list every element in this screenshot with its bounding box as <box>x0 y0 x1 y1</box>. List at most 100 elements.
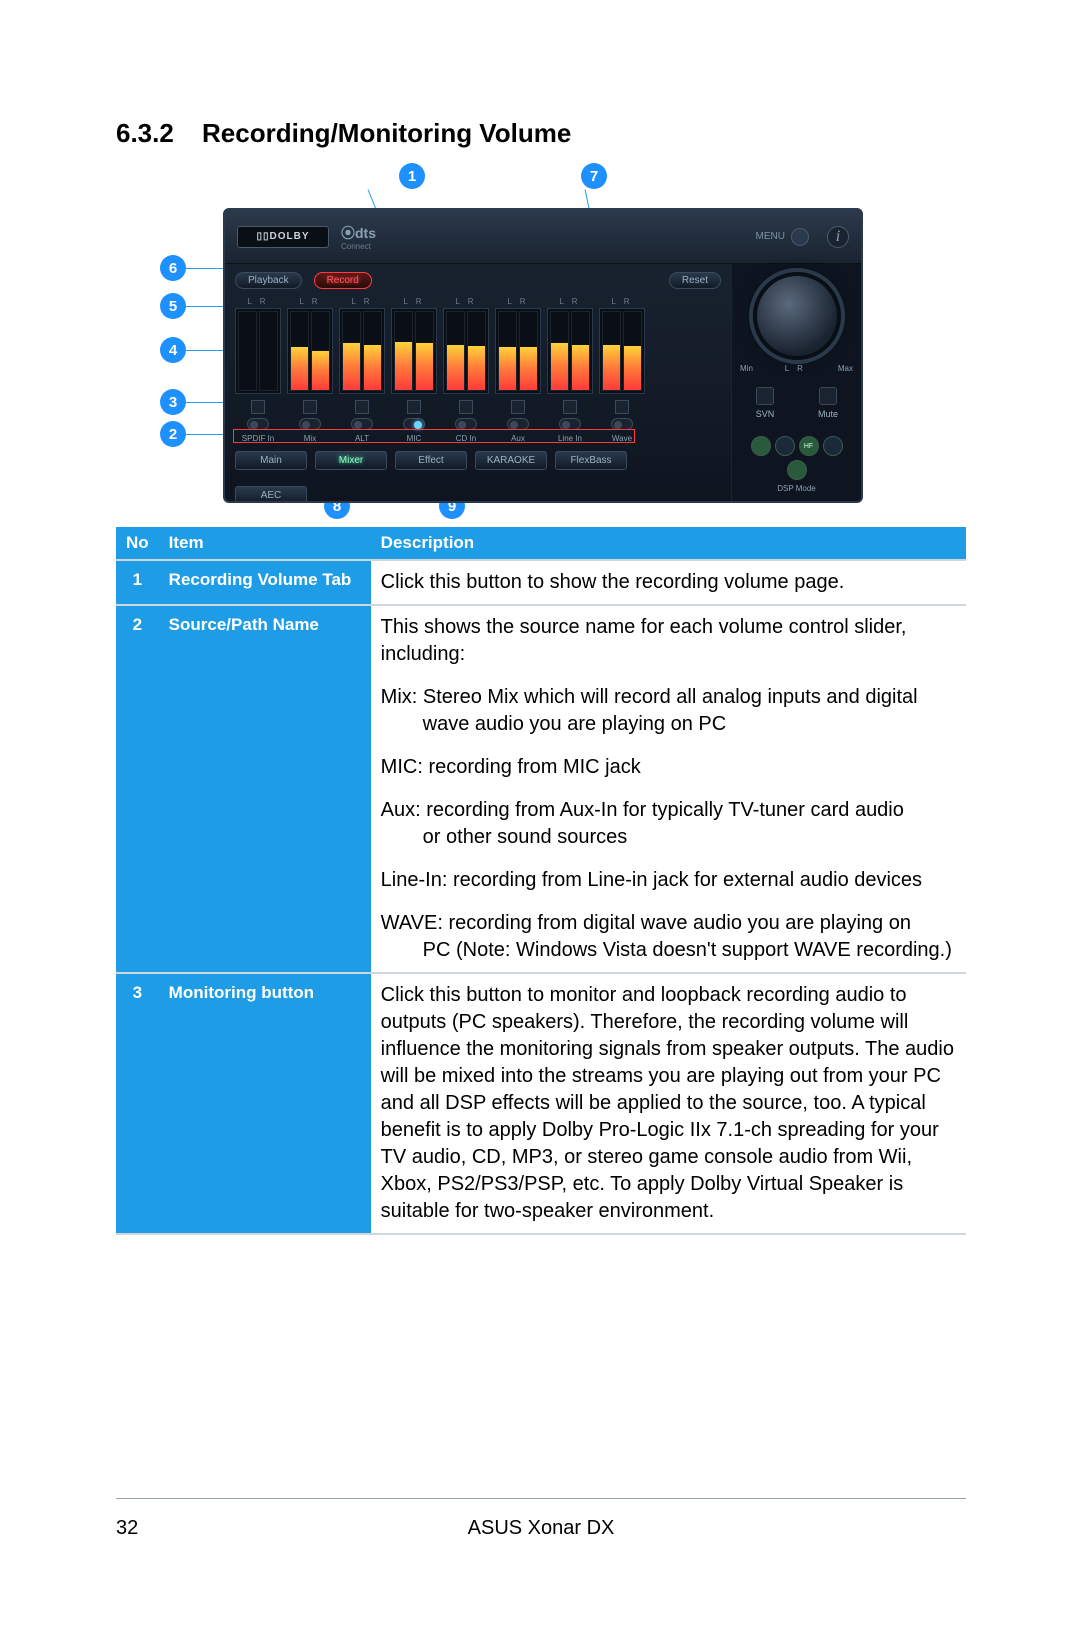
channel-mix: L R Mix <box>287 297 333 443</box>
monitor-toggle[interactable] <box>351 418 373 430</box>
section-heading: 6.3.2Recording/Monitoring Volume <box>116 118 966 149</box>
app-titlebar: ▯▯ DOLBY ⦿dtsConnect MENU i <box>225 210 861 264</box>
lr-label: L R <box>785 364 806 373</box>
mixer-panel: Playback Record Reset L R SPDIF In L R M… <box>225 264 731 501</box>
volume-slider[interactable] <box>443 308 489 394</box>
right-panel: Min L R Max SVN Mute HF DSP Mode <box>731 264 861 501</box>
callout-6: 6 <box>160 255 186 281</box>
mute-toggle[interactable] <box>459 400 473 414</box>
lr-label: L R <box>611 297 632 306</box>
tab-karaoke[interactable]: KARAOKE <box>475 451 547 470</box>
monitor-toggle[interactable] <box>403 418 425 430</box>
svn-button[interactable]: SVN <box>740 387 790 419</box>
row-no: 2 <box>116 605 159 973</box>
col-desc: Description <box>371 527 966 560</box>
table-row: 1Recording Volume TabClick this button t… <box>116 560 966 605</box>
monitor-toggle[interactable] <box>247 418 269 430</box>
row-no: 3 <box>116 973 159 1234</box>
dts-logo: ⦿dtsConnect <box>341 223 376 251</box>
callout-4: 4 <box>160 337 186 363</box>
volume-slider[interactable] <box>547 308 593 394</box>
lr-label: L R <box>403 297 424 306</box>
row-item: Monitoring button <box>159 973 371 1234</box>
col-no: No <box>116 527 159 560</box>
col-item: Item <box>159 527 371 560</box>
row-description: Click this button to monitor and loopbac… <box>371 973 966 1234</box>
dsp-mode-icons[interactable]: HF <box>740 436 853 480</box>
channel-spdif-in: L R SPDIF In <box>235 297 281 443</box>
callout-1: 1 <box>399 163 425 189</box>
mute-toggle[interactable] <box>251 400 265 414</box>
mute-toggle[interactable] <box>355 400 369 414</box>
channel-wave: L R Wave <box>599 297 645 443</box>
info-icon[interactable]: i <box>827 226 849 248</box>
lr-label: L R <box>351 297 372 306</box>
lr-label: L R <box>455 297 476 306</box>
lr-label: L R <box>299 297 320 306</box>
reset-button[interactable]: Reset <box>669 272 721 289</box>
monitor-toggle[interactable] <box>455 418 477 430</box>
min-label: Min <box>740 364 753 373</box>
volume-slider[interactable] <box>391 308 437 394</box>
lr-label: L R <box>507 297 528 306</box>
monitor-toggle[interactable] <box>611 418 633 430</box>
tab-effect[interactable]: Effect <box>395 451 467 470</box>
mute-toggle[interactable] <box>407 400 421 414</box>
max-label: Max <box>838 364 853 373</box>
channel-aux: L R Aux <box>495 297 541 443</box>
source-label: CD In <box>456 434 476 443</box>
tab-mixer[interactable]: Mixer <box>315 451 387 470</box>
volume-slider[interactable] <box>287 308 333 394</box>
source-label: SPDIF In <box>242 434 274 443</box>
volume-slider[interactable] <box>339 308 385 394</box>
playback-tab[interactable]: Playback <box>235 272 302 289</box>
mute-toggle[interactable] <box>511 400 525 414</box>
table-row: 2Source/Path NameThis shows the source n… <box>116 605 966 973</box>
tab-flexbass[interactable]: FlexBass <box>555 451 627 470</box>
page-number: 32 <box>116 1517 138 1540</box>
source-label: MIC <box>407 434 422 443</box>
annotated-figure: 6 5 4 3 2 1 7 8 9 ▯▯ DOLBY ⦿dtsConnect M… <box>116 163 966 513</box>
lr-label: L R <box>247 297 268 306</box>
monitor-toggle[interactable] <box>299 418 321 430</box>
row-no: 1 <box>116 560 159 605</box>
tab-aec[interactable]: AEC <box>235 486 307 503</box>
row-description: This shows the source name for each volu… <box>371 605 966 973</box>
record-tab[interactable]: Record <box>314 272 372 289</box>
callout-5: 5 <box>160 293 186 319</box>
row-description: Click this button to show the recording … <box>371 560 966 605</box>
callout-7: 7 <box>581 163 607 189</box>
volume-slider[interactable] <box>599 308 645 394</box>
channel-line-in: L R Line In <box>547 297 593 443</box>
lr-label: L R <box>559 297 580 306</box>
channel-cd-in: L R CD In <box>443 297 489 443</box>
mute-toggle[interactable] <box>303 400 317 414</box>
section-title: Recording/Monitoring Volume <box>202 118 571 148</box>
dsp-mode-label: DSP Mode <box>777 484 816 493</box>
monitor-toggle[interactable] <box>507 418 529 430</box>
product-name: ASUS Xonar DX <box>468 1517 615 1540</box>
section-number: 6.3.2 <box>116 118 202 149</box>
source-label: Aux <box>511 434 525 443</box>
table-row: 3Monitoring buttonClick this button to m… <box>116 973 966 1234</box>
callout-3: 3 <box>160 389 186 415</box>
page-footer: 32 ASUS Xonar DX <box>116 1498 966 1540</box>
row-item: Source/Path Name <box>159 605 371 973</box>
callout-2: 2 <box>160 421 186 447</box>
menu-button[interactable]: MENU <box>756 228 809 246</box>
tab-main[interactable]: Main <box>235 451 307 470</box>
source-label: Line In <box>558 434 582 443</box>
channel-alt: L R ALT <box>339 297 385 443</box>
source-label: Mix <box>304 434 316 443</box>
description-table: No Item Description 1Recording Volume Ta… <box>116 527 966 1235</box>
volume-slider[interactable] <box>235 308 281 394</box>
monitor-toggle[interactable] <box>559 418 581 430</box>
source-label: Wave <box>612 434 632 443</box>
volume-knob[interactable] <box>753 272 841 360</box>
source-label: ALT <box>355 434 369 443</box>
mute-toggle[interactable] <box>563 400 577 414</box>
mute-button[interactable]: Mute <box>803 387 853 419</box>
channel-mic: L R MIC <box>391 297 437 443</box>
volume-slider[interactable] <box>495 308 541 394</box>
mute-toggle[interactable] <box>615 400 629 414</box>
